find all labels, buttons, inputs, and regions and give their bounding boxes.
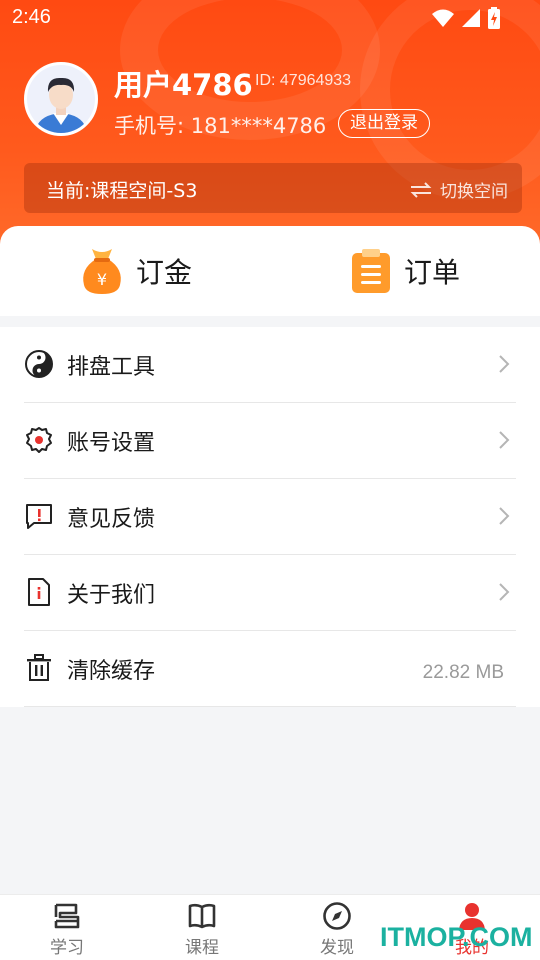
tab-courses[interactable]: 课程 xyxy=(162,901,242,958)
profile-header: 2:46 用户4786 ID: 47964933 手机号: 181****478… xyxy=(0,0,540,250)
menu-item-clear-cache[interactable]: 清除缓存 22.82 MB xyxy=(0,631,540,707)
wifi-icon xyxy=(432,9,454,27)
battery-icon xyxy=(488,7,500,29)
avatar[interactable] xyxy=(24,62,98,136)
menu-label: 关于我们 xyxy=(67,583,156,608)
chevron-right-icon xyxy=(499,431,510,449)
compass-icon xyxy=(323,902,351,930)
chevron-right-icon xyxy=(499,583,510,601)
trash-icon xyxy=(27,654,51,681)
swap-icon xyxy=(410,181,432,198)
money-bag-icon: ¥ xyxy=(83,249,121,294)
gear-icon xyxy=(26,427,52,453)
orders-label: 订单 xyxy=(404,256,461,289)
clipboard-icon xyxy=(352,249,390,293)
yin-yang-icon xyxy=(25,350,53,378)
current-space: 当前:课程空间-S3 xyxy=(46,180,198,202)
menu-label: 意见反馈 xyxy=(67,507,156,532)
svg-text:¥: ¥ xyxy=(97,270,107,289)
deposit-button[interactable]: ¥ 订金 xyxy=(80,246,192,296)
tab-discover[interactable]: 发现 xyxy=(297,901,377,958)
status-time: 2:46 xyxy=(12,6,51,28)
status-icons xyxy=(432,7,500,29)
tab-label: 发现 xyxy=(320,938,354,958)
tab-label: 课程 xyxy=(185,938,219,958)
watermark: ITMOP.COM xyxy=(380,922,533,952)
tab-label: 学习 xyxy=(50,938,84,958)
menu-item-about-us[interactable]: 关于我们 xyxy=(0,555,540,631)
deposit-label: 订金 xyxy=(136,256,193,289)
switch-space-label: 切换空间 xyxy=(440,182,508,202)
phone-number: 手机号: 181****4786 xyxy=(114,114,327,138)
menu-label: 账号设置 xyxy=(67,431,156,456)
cache-size: 22.82 MB xyxy=(422,662,504,683)
study-icon xyxy=(54,903,80,929)
orders-button[interactable]: 订单 xyxy=(350,246,460,296)
chevron-right-icon xyxy=(499,507,510,525)
menu-label: 清除缓存 xyxy=(67,659,156,684)
settings-menu: 排盘工具 账号设置 意见反馈 关于我们 清除缓存 22.82 MB xyxy=(0,327,540,707)
menu-item-paipan-tool[interactable]: 排盘工具 xyxy=(0,327,540,403)
tab-study[interactable]: 学习 xyxy=(27,901,107,958)
menu-item-feedback[interactable]: 意见反馈 xyxy=(0,479,540,555)
feedback-icon xyxy=(26,504,52,529)
space-bar: 当前:课程空间-S3 切换空间 xyxy=(24,163,522,213)
divider xyxy=(24,706,516,707)
user-id: ID: 47964933 xyxy=(255,72,352,89)
chevron-right-icon xyxy=(499,355,510,373)
switch-space-button[interactable]: 切换空间 xyxy=(410,177,508,202)
logout-button[interactable]: 退出登录 xyxy=(338,109,430,138)
signal-icon xyxy=(462,9,480,27)
status-bar: 2:46 xyxy=(0,0,540,36)
username: 用户4786 xyxy=(114,68,253,102)
menu-label: 排盘工具 xyxy=(67,355,156,380)
quick-actions: ¥ 订金 订单 xyxy=(0,226,540,316)
avatar-image xyxy=(27,65,95,133)
info-document-icon xyxy=(28,578,50,606)
book-icon xyxy=(188,903,216,929)
menu-item-account-settings[interactable]: 账号设置 xyxy=(0,403,540,479)
